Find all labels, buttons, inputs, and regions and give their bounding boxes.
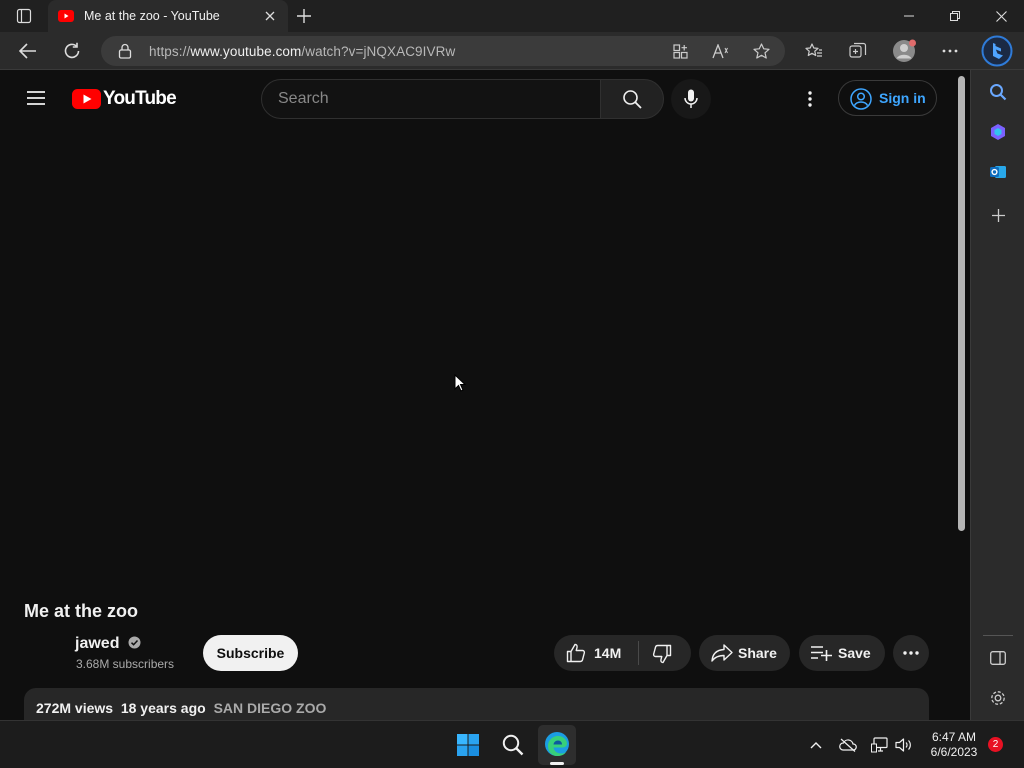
search-input[interactable]: Search	[278, 90, 329, 108]
bing-chat-icon[interactable]	[981, 35, 1013, 67]
edge-taskbar-button[interactable]	[538, 725, 576, 765]
search-button[interactable]	[600, 79, 664, 119]
restore-icon[interactable]	[932, 0, 978, 32]
video-title: Me at the zoo	[24, 601, 139, 621]
video-player[interactable]	[0, 132, 956, 582]
thumbs-down-icon	[652, 644, 672, 664]
menu-icon[interactable]	[24, 88, 48, 108]
sign-in-button[interactable]: Sign in	[838, 80, 937, 116]
more-icon[interactable]	[940, 41, 960, 61]
favorites-icon[interactable]	[804, 41, 824, 61]
network-icon[interactable]	[869, 735, 891, 755]
account-icon	[850, 88, 872, 110]
youtube-page: YouTube Search Sign in Me at the zoo jaw…	[0, 70, 958, 720]
save-label: Save	[838, 645, 871, 661]
taskbar-search-icon[interactable]	[498, 731, 528, 759]
back-icon[interactable]	[16, 39, 40, 63]
thumbs-up-icon	[566, 643, 586, 663]
subscribe-button[interactable]: Subscribe	[203, 635, 298, 671]
volume-icon[interactable]	[893, 735, 915, 755]
add-icon[interactable]	[987, 204, 1009, 226]
more-horizontal-icon	[903, 651, 919, 655]
share-label: Share	[738, 645, 777, 661]
voice-search-button[interactable]	[671, 79, 711, 119]
close-window-icon[interactable]	[978, 0, 1024, 32]
more-actions-button[interactable]	[893, 635, 929, 671]
system-clock[interactable]: 6:47 AM 6/6/2023	[920, 730, 988, 760]
url-text[interactable]: https://www.youtube.com/watch?v=jNQXAC9I…	[149, 44, 455, 59]
save-playlist-icon	[811, 646, 832, 661]
sidebar-toggle-icon[interactable]	[987, 647, 1009, 669]
edge-browser-icon	[545, 732, 569, 756]
sign-in-label: Sign in	[879, 90, 926, 106]
view-count: 272M views	[36, 700, 114, 716]
scrollbar-thumb[interactable]	[958, 76, 965, 531]
video-meta: 272M views 18 years ago SAN DIEGO ZOO	[36, 700, 326, 716]
settings-icon[interactable]	[987, 687, 1009, 709]
favorite-star-icon[interactable]	[751, 42, 771, 60]
active-app-indicator	[550, 762, 564, 765]
location-tag[interactable]: SAN DIEGO ZOO	[214, 700, 327, 716]
tab-actions-icon[interactable]	[12, 6, 36, 26]
new-tab-icon[interactable]	[294, 6, 314, 26]
windows-start-icon[interactable]	[452, 731, 484, 759]
browser-tab-active[interactable]: Me at the zoo - YouTube	[48, 0, 288, 32]
onedrive-offline-icon[interactable]	[837, 735, 859, 755]
settings-kebab-icon[interactable]	[800, 88, 820, 110]
windows-taskbar: 6:47 AM 6/6/2023 2	[0, 720, 1024, 768]
tab-title: Me at the zoo - YouTube	[84, 9, 220, 23]
description-box[interactable]: 272M views 18 years ago SAN DIEGO ZOO	[24, 688, 929, 720]
browser-tab-bar: Me at the zoo - YouTube	[0, 0, 1024, 32]
youtube-favicon	[58, 9, 74, 23]
save-button[interactable]: Save	[799, 635, 885, 671]
app-available-icon[interactable]	[670, 42, 690, 60]
browser-toolbar: https://www.youtube.com/watch?v=jNQXAC9I…	[0, 32, 1024, 70]
channel-name[interactable]: jawed	[75, 635, 141, 653]
refresh-icon[interactable]	[60, 39, 84, 63]
like-button[interactable]: 14M	[554, 635, 638, 671]
share-button[interactable]: Share	[699, 635, 790, 671]
youtube-logo[interactable]: YouTube	[72, 87, 177, 111]
share-icon	[711, 644, 733, 662]
lock-icon[interactable]	[118, 43, 132, 59]
microphone-icon	[684, 89, 698, 108]
read-aloud-icon[interactable]	[710, 42, 732, 60]
collections-icon[interactable]	[848, 41, 868, 61]
show-hidden-icons-icon[interactable]	[806, 735, 826, 755]
search-icon	[623, 90, 642, 109]
dislike-button[interactable]	[639, 635, 691, 671]
search-box[interactable]: Search	[261, 79, 601, 119]
profile-avatar[interactable]	[892, 39, 918, 63]
search-icon[interactable]	[987, 81, 1009, 103]
youtube-logo-text: YouTube	[103, 88, 177, 109]
verified-badge-icon	[128, 636, 141, 649]
like-count: 14M	[594, 645, 622, 661]
subscriber-count: 3.68M subscribers	[76, 657, 175, 671]
sidebar-divider	[983, 635, 1013, 636]
like-dislike-group: 14M	[554, 635, 691, 671]
outlook-icon[interactable]	[987, 161, 1009, 183]
clock-date: 6/6/2023	[930, 745, 978, 759]
upload-age: 18 years ago	[120, 700, 206, 716]
minimize-icon[interactable]	[886, 0, 932, 32]
close-icon[interactable]	[262, 8, 278, 24]
clock-time: 6:47 AM	[931, 730, 977, 744]
edge-sidebar	[970, 70, 1024, 720]
mouse-cursor	[454, 374, 466, 392]
notification-badge[interactable]: 2	[988, 737, 1003, 752]
copilot-icon[interactable]	[987, 121, 1009, 143]
address-bar[interactable]: https://www.youtube.com/watch?v=jNQXAC9I…	[101, 36, 785, 66]
